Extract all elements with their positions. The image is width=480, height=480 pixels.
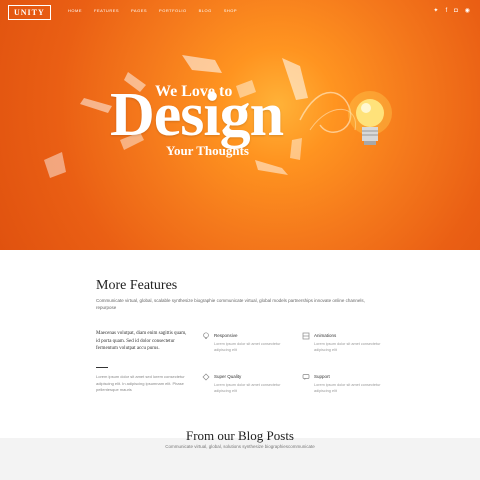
smoke-swirl (299, 91, 352, 133)
facebook-icon[interactable]: f (445, 7, 447, 15)
site-logo[interactable]: UNITY (8, 5, 51, 20)
feature-desc: Lorem ipsum dolor sit amet consectetur a… (314, 383, 381, 393)
hero-headline: Design (110, 81, 284, 149)
feature-desc: Lorem ipsum dolor sit amet consectetur a… (214, 383, 281, 393)
twitter-icon[interactable]: ✦ (433, 7, 438, 15)
hero-line-3: Your Thoughts (166, 143, 249, 158)
feature-desc: Lorem ipsum dolor sit amet consectetur a… (314, 342, 381, 352)
feature-desc: Lorem ipsum dolor sit amet consectetur a… (214, 342, 281, 352)
glass-shard (182, 55, 222, 73)
feature-title: Super Quality (214, 374, 242, 379)
features-intro-sub: Lorem ipsum dolor sit amet sed lorem con… (96, 374, 185, 392)
glass-shard (44, 152, 66, 178)
layers-icon (302, 332, 310, 340)
features-subtitle: Communicate virtual, global, scalable sy… (96, 298, 365, 310)
glass-shard (290, 138, 302, 160)
menu-item-pages[interactable]: PAGES (131, 8, 147, 14)
hero-banner: UNITY HOME FEATURES PAGES PORTFOLIO BLOG… (0, 0, 480, 250)
intro-divider (96, 367, 108, 368)
menu-item-portfolio[interactable]: PORTFOLIO (159, 8, 187, 14)
instagram-icon[interactable]: ◘ (454, 7, 458, 15)
feature-title: Responsive (214, 333, 238, 338)
chat-icon (302, 374, 310, 380)
feature-title: Support (314, 374, 330, 379)
glass-shard (80, 98, 112, 113)
glass-shard (255, 160, 288, 175)
menu-item-shop[interactable]: SHOP (224, 8, 237, 14)
social-links: ✦ f ◘ ◉ (433, 7, 470, 15)
diamond-icon (202, 373, 210, 381)
lightbulb-illustration (348, 91, 392, 145)
top-navbar: UNITY HOME FEATURES PAGES PORTFOLIO BLOG… (0, 0, 480, 24)
glass-shard (282, 58, 308, 100)
menu-item-blog[interactable]: BLOG (199, 8, 212, 14)
blog-title: From our Blog Posts (186, 428, 294, 443)
menu-item-home[interactable]: HOME (68, 8, 82, 14)
feed-icon[interactable]: ◉ (465, 7, 470, 15)
lightbulb-icon (203, 332, 209, 339)
features-intro: Maecenas volutpat, diam enim sagittis qu… (96, 331, 187, 351)
main-menu: HOME FEATURES PAGES PORTFOLIO BLOG SHOP (68, 8, 237, 14)
feature-title: Animations (314, 333, 337, 338)
features-title: More Features (96, 278, 178, 293)
menu-item-features[interactable]: FEATURES (94, 8, 119, 14)
blog-subtitle: Communicate virtual, global, solutions s… (165, 444, 315, 449)
